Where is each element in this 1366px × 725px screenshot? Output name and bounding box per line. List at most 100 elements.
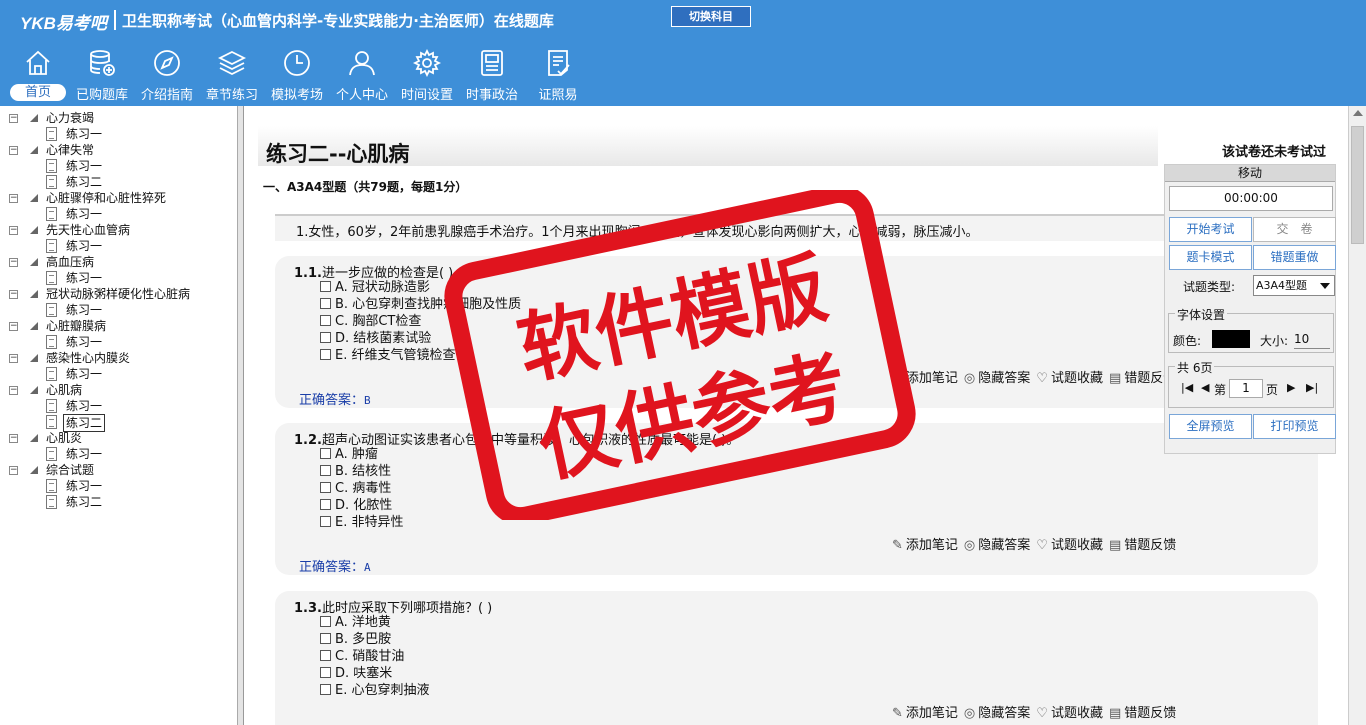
option-checkbox[interactable] xyxy=(320,298,331,309)
option-checkbox[interactable] xyxy=(320,616,331,627)
option-checkbox[interactable] xyxy=(320,465,331,476)
option-item[interactable]: C. 硝酸甘油 xyxy=(320,648,404,665)
option-item[interactable]: D. 化脓性 xyxy=(320,497,392,514)
option-item[interactable]: A. 肿瘤 xyxy=(320,446,378,463)
option-checkbox[interactable] xyxy=(320,315,331,326)
option-checkbox[interactable] xyxy=(320,482,331,493)
size-input[interactable]: 10 xyxy=(1294,329,1330,349)
option-item[interactable]: E. 心包穿刺抽液 xyxy=(320,682,429,699)
nav-home[interactable]: 首页 xyxy=(6,48,70,104)
collapse-toggle-icon[interactable]: − xyxy=(9,386,18,395)
option-checkbox[interactable] xyxy=(320,516,331,527)
tree-node[interactable]: − 心力衰竭 xyxy=(0,110,236,126)
collapse-toggle-icon[interactable]: − xyxy=(9,194,18,203)
tree-node[interactable]: − 心肌炎 xyxy=(0,430,236,446)
option-item[interactable]: E. 非特异性 xyxy=(320,514,403,531)
option-item[interactable]: B. 结核性 xyxy=(320,463,391,480)
collapse-toggle-icon[interactable]: − xyxy=(9,322,18,331)
tree-leaf[interactable]: 练习一 xyxy=(0,478,236,494)
tree-leaf[interactable]: 练习一 xyxy=(0,158,236,174)
nav-time-settings[interactable]: 时间设置 xyxy=(395,48,459,104)
option-checkbox[interactable] xyxy=(320,633,331,644)
tree-node[interactable]: − 心脏骤停和心脏性猝死 xyxy=(0,190,236,206)
tree-leaf[interactable]: 练习一 xyxy=(0,270,236,286)
start-exam-button[interactable]: 开始考试 xyxy=(1169,217,1252,242)
page-input[interactable]: 1 xyxy=(1229,379,1263,398)
tree-leaf[interactable]: 练习一 xyxy=(0,302,236,318)
tree-node[interactable]: − 冠状动脉粥样硬化性心脏病 xyxy=(0,286,236,302)
nav-chapter[interactable]: 章节练习 xyxy=(200,48,264,104)
tool-3[interactable]: ▤ 错题反馈 xyxy=(1109,538,1176,553)
tool-1[interactable]: ◎ 隐藏答案 xyxy=(964,706,1030,721)
card-mode-button[interactable]: 题卡模式 xyxy=(1169,245,1252,270)
vertical-scrollbar[interactable] xyxy=(1348,106,1366,725)
option-checkbox[interactable] xyxy=(320,499,331,510)
option-item[interactable]: B. 多巴胺 xyxy=(320,631,391,648)
nav-profile[interactable]: 个人中心 xyxy=(330,48,394,104)
tree-leaf[interactable]: 练习一 xyxy=(0,398,236,414)
option-item[interactable]: C. 病毒性 xyxy=(320,480,391,497)
next-page-icon[interactable]: ▶ xyxy=(1287,381,1295,394)
tree-node[interactable]: − 先天性心血管病 xyxy=(0,222,236,238)
tool-0[interactable]: ✎ 添加笔记 xyxy=(892,706,958,721)
tree-leaf[interactable]: 练习一 xyxy=(0,446,236,462)
tool-2[interactable]: ♡ 试题收藏 xyxy=(1036,538,1103,553)
collapse-toggle-icon[interactable]: − xyxy=(9,114,18,123)
pane-splitter[interactable] xyxy=(238,106,244,725)
tree-leaf[interactable]: 练习二 xyxy=(0,494,236,510)
tool-1[interactable]: ◎ 隐藏答案 xyxy=(964,538,1030,553)
prev-page-icon[interactable]: ◀ xyxy=(1201,381,1209,394)
color-swatch[interactable] xyxy=(1212,330,1250,348)
redo-wrong-button[interactable]: 错题重做 xyxy=(1253,245,1336,270)
nav-guide[interactable]: 介绍指南 xyxy=(135,48,199,104)
tree-leaf[interactable]: 练习一 xyxy=(0,238,236,254)
nav-politics[interactable]: 时事政治 xyxy=(460,48,524,104)
tool-1[interactable]: ◎ 隐藏答案 xyxy=(964,371,1030,386)
tool-2[interactable]: ♡ 试题收藏 xyxy=(1036,706,1103,721)
collapse-toggle-icon[interactable]: − xyxy=(9,258,18,267)
option-item[interactable]: A. 洋地黄 xyxy=(320,614,391,631)
option-item[interactable]: E. 纤维支气管镜检查 xyxy=(320,347,455,364)
tree-leaf[interactable]: 练习一 xyxy=(0,366,236,382)
option-checkbox[interactable] xyxy=(320,684,331,695)
tool-0[interactable]: ✎ 添加笔记 xyxy=(892,371,958,386)
option-item[interactable]: D. 呋塞米 xyxy=(320,665,392,682)
tree-leaf[interactable]: 练习二 xyxy=(0,414,236,432)
tool-2[interactable]: ♡ 试题收藏 xyxy=(1036,371,1103,386)
option-checkbox[interactable] xyxy=(320,448,331,459)
collapse-toggle-icon[interactable]: − xyxy=(9,226,18,235)
collapse-toggle-icon[interactable]: − xyxy=(9,434,18,443)
option-checkbox[interactable] xyxy=(320,281,331,292)
nav-purchased[interactable]: 已购题库 xyxy=(70,48,134,104)
collapse-toggle-icon[interactable]: − xyxy=(9,146,18,155)
option-item[interactable]: D. 结核菌素试验 xyxy=(320,330,431,347)
switch-subject-button[interactable]: 切换科目 xyxy=(671,6,751,27)
tree-leaf[interactable]: 练习一 xyxy=(0,126,236,142)
option-checkbox[interactable] xyxy=(320,349,331,360)
collapse-toggle-icon[interactable]: − xyxy=(9,290,18,299)
tree-node[interactable]: − 心脏瓣膜病 xyxy=(0,318,236,334)
option-item[interactable]: A. 冠状动脉造影 xyxy=(320,279,430,296)
tool-3[interactable]: ▤ 错题反馈 xyxy=(1109,706,1176,721)
scroll-up-icon[interactable] xyxy=(1353,110,1363,116)
print-preview-button[interactable]: 打印预览 xyxy=(1253,414,1336,439)
tree-node[interactable]: − 综合试题 xyxy=(0,462,236,478)
panel-move-header[interactable]: 移动 xyxy=(1165,165,1335,182)
fullscreen-preview-button[interactable]: 全屏预览 xyxy=(1169,414,1252,439)
option-checkbox[interactable] xyxy=(320,332,331,343)
tree-node[interactable]: − 感染性心内膜炎 xyxy=(0,350,236,366)
option-item[interactable]: B. 心包穿刺查找肿瘤细胞及性质 xyxy=(320,296,521,313)
tree-leaf[interactable]: 练习二 xyxy=(0,174,236,190)
submit-button[interactable]: 交 卷 xyxy=(1253,217,1336,242)
tree-node[interactable]: − 心肌病 xyxy=(0,382,236,398)
tree-leaf[interactable]: 练习一 xyxy=(0,334,236,350)
first-page-icon[interactable]: |◀ xyxy=(1181,381,1193,394)
option-checkbox[interactable] xyxy=(320,650,331,661)
scroll-thumb[interactable] xyxy=(1351,126,1364,244)
question-type-select[interactable]: A3A4型题 xyxy=(1253,275,1335,296)
nav-mock-exam[interactable]: 模拟考场 xyxy=(265,48,329,104)
collapse-toggle-icon[interactable]: − xyxy=(9,466,18,475)
collapse-toggle-icon[interactable]: − xyxy=(9,354,18,363)
nav-license[interactable]: 证照易 xyxy=(526,48,590,104)
tool-0[interactable]: ✎ 添加笔记 xyxy=(892,538,958,553)
